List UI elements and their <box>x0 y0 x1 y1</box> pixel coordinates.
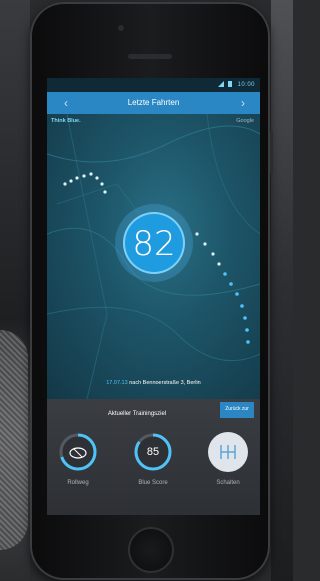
gear-shift-icon <box>208 432 248 472</box>
signal-icon <box>218 81 225 87</box>
metric-ring <box>58 432 98 472</box>
background-right <box>271 0 293 581</box>
title-bar: ‹ Letzte Fahrten › <box>47 92 260 114</box>
metric-label: Rollweg <box>67 480 89 486</box>
background-fabric <box>0 330 28 550</box>
metric-label: Schalten <box>216 480 240 486</box>
chevron-right-icon[interactable]: › <box>232 92 254 114</box>
trip-destination: nach Bennoerstraße 3, Berlin <box>129 380 201 386</box>
side-button <box>270 130 273 174</box>
metric-schalten[interactable]: Schalten <box>199 432 257 486</box>
trip-map[interactable]: Think Blue. Google 82 17.07.13 nach Benn… <box>47 114 260 399</box>
app-screen: 10:00 ‹ Letzte Fahrten › Think Blue. Goo… <box>47 78 260 515</box>
home-button[interactable] <box>128 527 174 573</box>
front-camera <box>118 25 124 31</box>
earpiece-speaker <box>128 54 172 59</box>
training-goal-label: Aktueller Trainingsziel <box>107 411 167 417</box>
brand-label: Think Blue. <box>51 118 81 124</box>
trip-date: 17.07.13 <box>106 380 128 386</box>
metric-label: Blue Score <box>138 480 168 486</box>
page-title: Letzte Fahrten <box>127 98 180 107</box>
status-time: 10:00 <box>237 82 255 88</box>
chevron-left-icon[interactable]: ‹ <box>55 92 77 114</box>
metric-blue-score[interactable]: 85 Blue Score <box>124 432 182 486</box>
status-bar: 10:00 <box>47 78 260 92</box>
metric-rollweg[interactable]: Rollweg <box>49 432 107 486</box>
score-value: 82 <box>132 224 176 264</box>
back-badge-button[interactable]: Zurück zur <box>220 402 254 418</box>
trip-caption: 17.07.13 nach Bennoerstraße 3, Berlin <box>47 380 260 386</box>
training-panel: Aktueller Trainingsziel Zurück zur Rollw… <box>47 399 260 515</box>
battery-icon <box>228 81 233 87</box>
car-icon <box>58 432 98 472</box>
metric-value: 85 <box>146 446 160 458</box>
map-provider-label: Google <box>236 118 254 124</box>
metric-ring: 85 <box>133 432 173 472</box>
metric-ring <box>208 432 248 472</box>
